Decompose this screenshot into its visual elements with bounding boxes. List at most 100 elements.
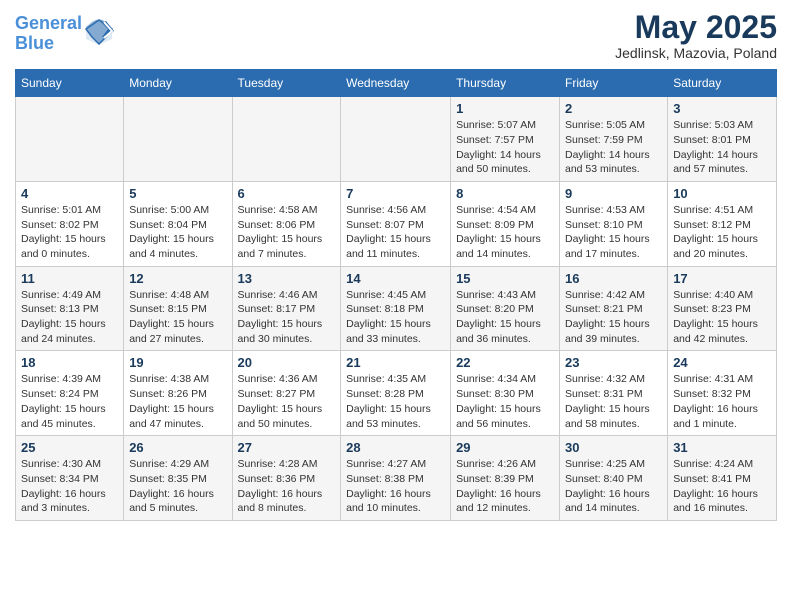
calendar-empty-cell	[16, 97, 124, 182]
day-info: Sunrise: 4:29 AM Sunset: 8:35 PM Dayligh…	[129, 457, 226, 516]
logo: GeneralBlue	[15, 14, 114, 54]
calendar-day-cell: 4 Sunrise: 5:01 AM Sunset: 8:02 PM Daylig…	[16, 181, 124, 266]
day-number: 22	[456, 355, 554, 370]
calendar-day-cell: 31Sunrise: 4:24 AM Sunset: 8:41 PM Dayli…	[668, 436, 777, 521]
calendar-day-cell: 18 Sunrise: 4:39 AM Sunset: 8:24 PM Dayli…	[16, 351, 124, 436]
day-number: 21	[346, 355, 445, 370]
day-number: 12	[129, 271, 226, 286]
day-number: 1	[456, 101, 554, 116]
calendar-day-cell: 6 Sunrise: 4:58 AM Sunset: 8:06 PM Daylig…	[232, 181, 341, 266]
day-info: Sunrise: 4:51 AM Sunset: 8:12 PM Dayligh…	[673, 203, 771, 262]
weekday-header: Saturday	[668, 70, 777, 97]
day-info: Sunrise: 4:43 AM Sunset: 8:20 PM Dayligh…	[456, 288, 554, 347]
day-info: Sunrise: 4:31 AM Sunset: 8:32 PM Dayligh…	[673, 372, 771, 431]
calendar-day-cell: 2Sunrise: 5:05 AM Sunset: 7:59 PM Daylig…	[560, 97, 668, 182]
day-number: 30	[565, 440, 662, 455]
day-info: Sunrise: 4:32 AM Sunset: 8:31 PM Dayligh…	[565, 372, 662, 431]
day-number: 19	[129, 355, 226, 370]
calendar-day-cell: 13 Sunrise: 4:46 AM Sunset: 8:17 PM Dayli…	[232, 266, 341, 351]
day-info: Sunrise: 4:24 AM Sunset: 8:41 PM Dayligh…	[673, 457, 771, 516]
calendar-empty-cell	[124, 97, 232, 182]
calendar-week-row: 25 Sunrise: 4:30 AM Sunset: 8:34 PM Dayli…	[16, 436, 777, 521]
calendar-day-cell: 28 Sunrise: 4:27 AM Sunset: 8:38 PM Dayli…	[341, 436, 451, 521]
day-info: Sunrise: 4:56 AM Sunset: 8:07 PM Dayligh…	[346, 203, 445, 262]
day-info: Sunrise: 4:28 AM Sunset: 8:36 PM Dayligh…	[238, 457, 336, 516]
calendar-day-cell: 5 Sunrise: 5:00 AM Sunset: 8:04 PM Daylig…	[124, 181, 232, 266]
calendar-day-cell: 29 Sunrise: 4:26 AM Sunset: 8:39 PM Dayli…	[451, 436, 560, 521]
day-info: Sunrise: 4:26 AM Sunset: 8:39 PM Dayligh…	[456, 457, 554, 516]
page-header: GeneralBlue May 2025 Jedlinsk, Mazovia, …	[15, 10, 777, 61]
day-number: 14	[346, 271, 445, 286]
day-info: Sunrise: 4:35 AM Sunset: 8:28 PM Dayligh…	[346, 372, 445, 431]
day-number: 3	[673, 101, 771, 116]
day-info: Sunrise: 4:38 AM Sunset: 8:26 PM Dayligh…	[129, 372, 226, 431]
calendar-day-cell: 7 Sunrise: 4:56 AM Sunset: 8:07 PM Daylig…	[341, 181, 451, 266]
title-block: May 2025 Jedlinsk, Mazovia, Poland	[615, 10, 777, 61]
day-info: Sunrise: 4:25 AM Sunset: 8:40 PM Dayligh…	[565, 457, 662, 516]
day-number: 4	[21, 186, 118, 201]
weekday-header-row: SundayMondayTuesdayWednesdayThursdayFrid…	[16, 70, 777, 97]
day-info: Sunrise: 4:30 AM Sunset: 8:34 PM Dayligh…	[21, 457, 118, 516]
day-number: 29	[456, 440, 554, 455]
calendar-day-cell: 23Sunrise: 4:32 AM Sunset: 8:31 PM Dayli…	[560, 351, 668, 436]
day-info: Sunrise: 4:54 AM Sunset: 8:09 PM Dayligh…	[456, 203, 554, 262]
calendar-day-cell: 11 Sunrise: 4:49 AM Sunset: 8:13 PM Dayli…	[16, 266, 124, 351]
day-number: 25	[21, 440, 118, 455]
calendar-day-cell: 26Sunrise: 4:29 AM Sunset: 8:35 PM Dayli…	[124, 436, 232, 521]
day-number: 13	[238, 271, 336, 286]
day-info: Sunrise: 5:03 AM Sunset: 8:01 PM Dayligh…	[673, 118, 771, 177]
calendar-day-cell: 14 Sunrise: 4:45 AM Sunset: 8:18 PM Dayli…	[341, 266, 451, 351]
weekday-header: Monday	[124, 70, 232, 97]
day-info: Sunrise: 4:34 AM Sunset: 8:30 PM Dayligh…	[456, 372, 554, 431]
calendar-day-cell: 24Sunrise: 4:31 AM Sunset: 8:32 PM Dayli…	[668, 351, 777, 436]
logo-text: GeneralBlue	[15, 14, 82, 54]
day-info: Sunrise: 4:36 AM Sunset: 8:27 PM Dayligh…	[238, 372, 336, 431]
weekday-header: Tuesday	[232, 70, 341, 97]
day-info: Sunrise: 5:00 AM Sunset: 8:04 PM Dayligh…	[129, 203, 226, 262]
calendar-day-cell: 20Sunrise: 4:36 AM Sunset: 8:27 PM Dayli…	[232, 351, 341, 436]
calendar-day-cell: 19 Sunrise: 4:38 AM Sunset: 8:26 PM Dayli…	[124, 351, 232, 436]
day-number: 7	[346, 186, 445, 201]
day-info: Sunrise: 5:01 AM Sunset: 8:02 PM Dayligh…	[21, 203, 118, 262]
location-text: Jedlinsk, Mazovia, Poland	[615, 45, 777, 61]
day-info: Sunrise: 5:07 AM Sunset: 7:57 PM Dayligh…	[456, 118, 554, 177]
calendar-day-cell: 27 Sunrise: 4:28 AM Sunset: 8:36 PM Dayli…	[232, 436, 341, 521]
month-year-title: May 2025	[615, 10, 777, 45]
day-number: 8	[456, 186, 554, 201]
day-number: 6	[238, 186, 336, 201]
calendar-day-cell: 17Sunrise: 4:40 AM Sunset: 8:23 PM Dayli…	[668, 266, 777, 351]
day-info: Sunrise: 4:27 AM Sunset: 8:38 PM Dayligh…	[346, 457, 445, 516]
day-number: 9	[565, 186, 662, 201]
day-info: Sunrise: 4:58 AM Sunset: 8:06 PM Dayligh…	[238, 203, 336, 262]
calendar-day-cell: 22 Sunrise: 4:34 AM Sunset: 8:30 PM Dayli…	[451, 351, 560, 436]
calendar-empty-cell	[341, 97, 451, 182]
calendar-day-cell: 3 Sunrise: 5:03 AM Sunset: 8:01 PM Daylig…	[668, 97, 777, 182]
day-info: Sunrise: 4:48 AM Sunset: 8:15 PM Dayligh…	[129, 288, 226, 347]
calendar-week-row: 4 Sunrise: 5:01 AM Sunset: 8:02 PM Daylig…	[16, 181, 777, 266]
day-number: 15	[456, 271, 554, 286]
logo-icon	[84, 17, 114, 47]
day-number: 28	[346, 440, 445, 455]
day-info: Sunrise: 4:39 AM Sunset: 8:24 PM Dayligh…	[21, 372, 118, 431]
calendar-empty-cell	[232, 97, 341, 182]
day-info: Sunrise: 5:05 AM Sunset: 7:59 PM Dayligh…	[565, 118, 662, 177]
day-info: Sunrise: 4:49 AM Sunset: 8:13 PM Dayligh…	[21, 288, 118, 347]
calendar-week-row: 1 Sunrise: 5:07 AM Sunset: 7:57 PM Daylig…	[16, 97, 777, 182]
calendar-day-cell: 1 Sunrise: 5:07 AM Sunset: 7:57 PM Daylig…	[451, 97, 560, 182]
day-info: Sunrise: 4:53 AM Sunset: 8:10 PM Dayligh…	[565, 203, 662, 262]
day-number: 10	[673, 186, 771, 201]
calendar-day-cell: 8 Sunrise: 4:54 AM Sunset: 8:09 PM Daylig…	[451, 181, 560, 266]
weekday-header: Sunday	[16, 70, 124, 97]
day-info: Sunrise: 4:46 AM Sunset: 8:17 PM Dayligh…	[238, 288, 336, 347]
calendar-day-cell: 15 Sunrise: 4:43 AM Sunset: 8:20 PM Dayli…	[451, 266, 560, 351]
day-info: Sunrise: 4:45 AM Sunset: 8:18 PM Dayligh…	[346, 288, 445, 347]
day-number: 5	[129, 186, 226, 201]
calendar-day-cell: 16Sunrise: 4:42 AM Sunset: 8:21 PM Dayli…	[560, 266, 668, 351]
day-info: Sunrise: 4:42 AM Sunset: 8:21 PM Dayligh…	[565, 288, 662, 347]
day-number: 18	[21, 355, 118, 370]
day-number: 27	[238, 440, 336, 455]
weekday-header: Thursday	[451, 70, 560, 97]
day-number: 11	[21, 271, 118, 286]
calendar-day-cell: 12 Sunrise: 4:48 AM Sunset: 8:15 PM Dayli…	[124, 266, 232, 351]
calendar-day-cell: 9 Sunrise: 4:53 AM Sunset: 8:10 PM Daylig…	[560, 181, 668, 266]
